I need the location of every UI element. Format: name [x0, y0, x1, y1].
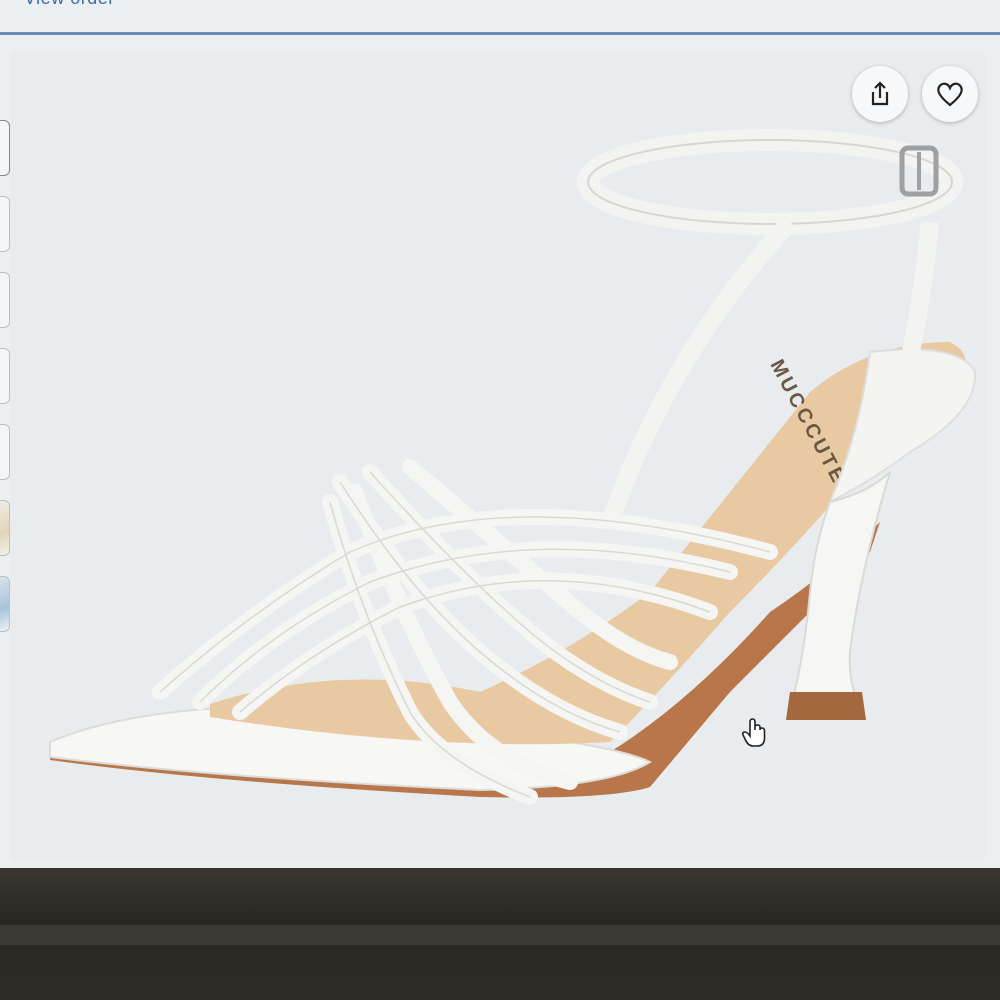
hand-cursor-icon [742, 718, 766, 747]
thumbnail-5[interactable] [0, 424, 10, 480]
sandal-image: MUCCCUTE [49, 129, 977, 805]
thumbnail-6[interactable] [0, 500, 10, 556]
header-divider [0, 32, 1000, 35]
thumbnail-3[interactable] [0, 272, 10, 328]
thumbnail-2[interactable] [0, 196, 10, 252]
heart-icon [937, 82, 963, 107]
wishlist-button[interactable] [922, 66, 978, 122]
monitor-bezel-strip [0, 925, 1000, 945]
thumbnail-1[interactable] [0, 120, 10, 176]
browser-screen: View order MUCCCUTE [0, 0, 1000, 868]
share-button[interactable] [852, 66, 908, 122]
product-image-viewer[interactable]: MUCCCUTE [10, 52, 986, 860]
share-icon [871, 81, 889, 106]
thumbnail-7[interactable] [0, 576, 10, 632]
thumbnail-4[interactable] [0, 348, 10, 404]
view-order-link[interactable]: View order [24, 0, 115, 9]
